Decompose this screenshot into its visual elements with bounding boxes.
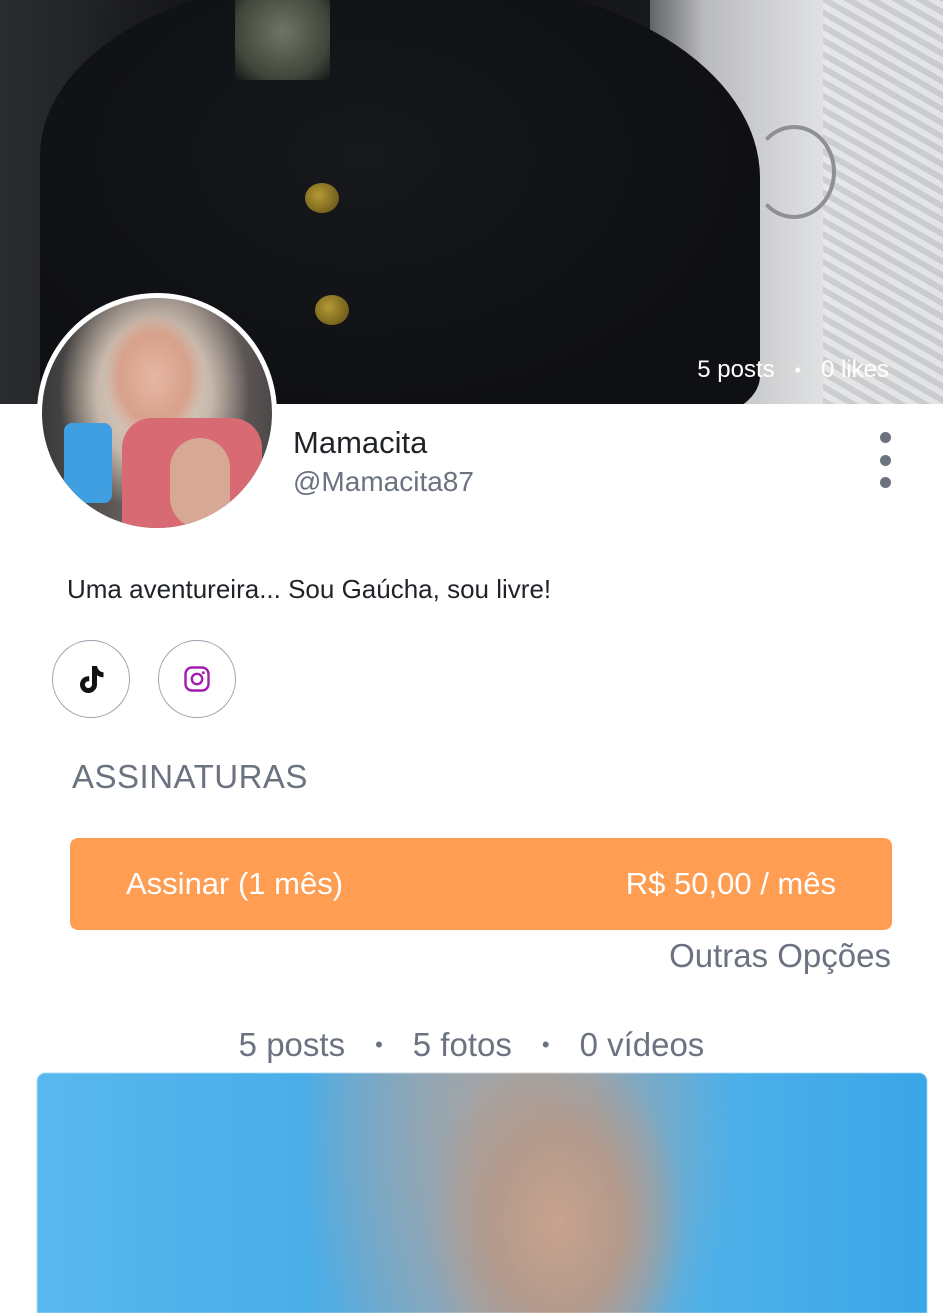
avatar[interactable] (37, 293, 277, 533)
more-dot (879, 477, 891, 488)
cover-stats: 5 posts • 0 likes (697, 356, 889, 384)
instagram-icon (184, 666, 210, 692)
cover-posts-count: 5 posts (697, 356, 775, 383)
cover-jacket-button (305, 183, 339, 213)
tiktok-icon (80, 666, 104, 693)
profile-handle: @Mamacita87 (293, 466, 474, 497)
post-thumbnail[interactable] (37, 1073, 927, 1313)
cover-tattoo (235, 0, 330, 80)
separator-dot: • (375, 1032, 383, 1057)
tiktok-link-button[interactable] (52, 640, 130, 718)
separator-dot: • (794, 359, 801, 380)
cover-towel-ring (752, 125, 836, 219)
content-stats: 5 posts • 5 fotos • 0 vídeos (0, 1026, 943, 1064)
profile-name: Mamacita (293, 425, 428, 460)
more-dot (879, 432, 891, 443)
instagram-link-button[interactable] (158, 640, 236, 718)
posts-count[interactable]: 5 posts (239, 1026, 345, 1064)
other-options-link[interactable]: Outras Opções (669, 937, 891, 975)
avatar-phone (64, 423, 112, 503)
photos-count[interactable]: 5 fotos (413, 1026, 512, 1064)
subscribe-button[interactable]: Assinar (1 mês) R$ 50,00 / mês (70, 838, 892, 930)
subscriptions-title: ASSINATURAS (72, 758, 308, 795)
more-dot (879, 454, 891, 466)
avatar-arm (170, 438, 230, 528)
videos-count[interactable]: 0 vídeos (580, 1026, 705, 1064)
separator-dot: • (541, 1032, 550, 1057)
more-options-icon[interactable] (870, 432, 900, 488)
profile-bio: Uma aventureira... Sou Gaúcha, sou livre… (67, 574, 552, 604)
cover-wall (823, 0, 943, 404)
cover-likes-count: 0 likes (820, 356, 889, 383)
subscribe-button-label: Assinar (1 mês) (126, 866, 344, 901)
subscribe-button-price: R$ 50,00 / mês (625, 866, 836, 901)
cover-jacket-button (315, 295, 349, 325)
